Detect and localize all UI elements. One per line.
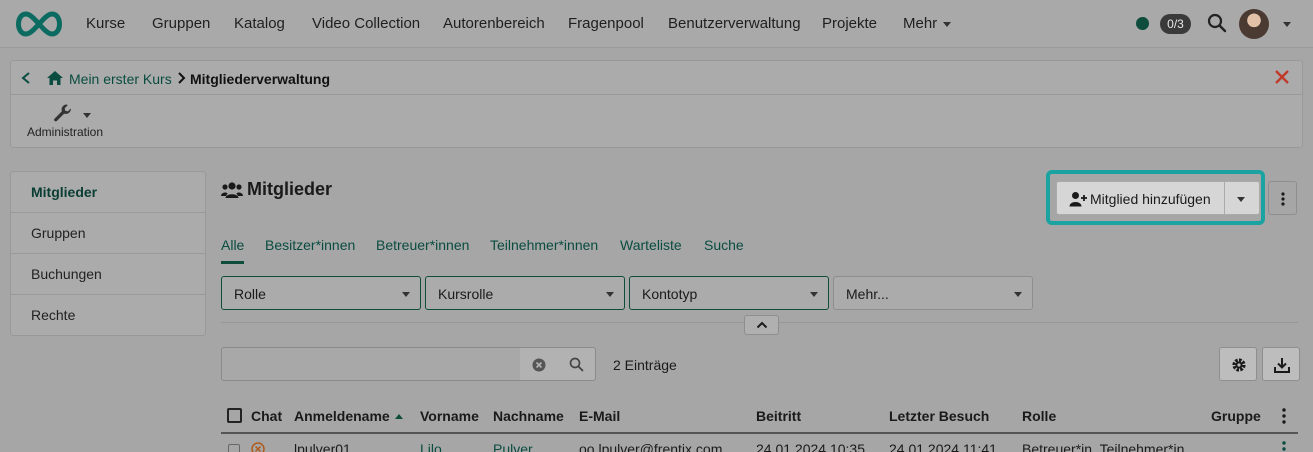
add-member-label: Mitglied hinzufügen (1090, 191, 1211, 207)
tab-warteliste[interactable]: Warteliste (620, 237, 682, 253)
user-avatar[interactable] (1239, 9, 1269, 39)
member-management-menu: Mitglieder Gruppen Buchungen Rechte (10, 171, 206, 336)
chevron-down-icon (606, 292, 614, 297)
nav-item-mehr-label: Mehr (903, 15, 938, 32)
online-status-icon[interactable] (1136, 17, 1149, 30)
chevron-down-icon (1237, 197, 1245, 202)
nav-item-autorenbereich[interactable]: Autorenbereich (443, 15, 545, 32)
table-header-divider (221, 432, 1298, 434)
chevron-left-icon[interactable] (20, 71, 32, 85)
breadcrumb-current: Mitgliederverwaltung (190, 71, 331, 87)
sidebar-item-mitglieder[interactable]: Mitglieder (11, 172, 205, 213)
search-button[interactable] (557, 347, 596, 381)
tab-besitzer[interactable]: Besitzer*innen (265, 237, 355, 253)
chevron-down-icon (943, 21, 952, 27)
cell-lastname[interactable]: Pulver (493, 441, 533, 452)
chevron-down-icon[interactable] (1283, 22, 1291, 27)
filter-mehr-label: Mehr... (846, 286, 889, 302)
tab-alle[interactable]: Alle (221, 237, 244, 253)
select-all-checkbox[interactable] (227, 408, 242, 423)
clear-search-button[interactable] (520, 347, 558, 381)
sort-ascending-icon (394, 414, 403, 419)
cell-role: Betreuer*in, Teilnehmer*in (1022, 441, 1185, 452)
top-navigation: Kurse Gruppen Katalog Video Collection A… (0, 0, 1313, 48)
kebab-menu-icon (1281, 192, 1285, 206)
row-actions-icon[interactable] (1282, 441, 1286, 452)
search-icon (569, 357, 584, 372)
chat-offline-icon[interactable] (251, 442, 265, 452)
column-header-email[interactable]: E-Mail (579, 408, 620, 424)
nav-item-katalog[interactable]: Katalog (234, 15, 285, 32)
breadcrumb-course-link[interactable]: Mein erster Kurs (69, 71, 172, 87)
cell-username: lpulver01 (294, 441, 351, 452)
column-header-anmeldename-label: Anmeldename (294, 408, 390, 424)
filter-kursrolle[interactable]: Kursrolle (425, 276, 625, 310)
tab-teilnehmer[interactable]: Teilnehmer*innen (490, 237, 598, 253)
course-toolbar: Mein erster Kurs Mitgliederverwaltung Ad… (10, 60, 1303, 148)
nav-item-video-collection[interactable]: Video Collection (312, 15, 420, 32)
filter-kontotyp[interactable]: Kontotyp (629, 276, 829, 310)
administration-label: Administration (27, 125, 104, 139)
column-header-nachname[interactable]: Nachname (493, 408, 564, 424)
add-user-icon (1069, 192, 1087, 207)
column-header-anmeldename[interactable]: Anmeldename (294, 408, 403, 424)
clear-icon (532, 358, 546, 372)
page-title: Mitglieder (221, 179, 332, 200)
nav-item-benutzerverwaltung[interactable]: Benutzerverwaltung (668, 15, 801, 32)
column-header-rolle[interactable]: Rolle (1022, 408, 1056, 424)
column-header-chat: Chat (251, 408, 283, 424)
chevron-right-icon (178, 72, 186, 84)
column-header-vorname[interactable]: Vorname (420, 408, 479, 424)
download-button[interactable] (1262, 347, 1300, 381)
collapse-filters-button[interactable] (744, 315, 779, 335)
search-icon[interactable] (1207, 13, 1227, 33)
page-title-text: Mitglieder (247, 179, 333, 199)
table-search-input[interactable] (221, 347, 521, 381)
filter-rolle-label: Rolle (234, 286, 266, 302)
kebab-menu-icon[interactable] (1282, 408, 1286, 424)
administration-menu[interactable]: Administration (21, 101, 111, 145)
cell-last-visit: 24.01.2024 11:41 (889, 441, 997, 452)
column-header-gruppe[interactable]: Gruppe (1211, 408, 1261, 424)
add-member-dropdown-button[interactable] (1224, 181, 1260, 215)
sidebar-item-buchungen[interactable]: Buchungen (11, 254, 205, 295)
close-icon[interactable] (1274, 69, 1290, 85)
nav-item-fragenpool[interactable]: Fragenpool (568, 15, 644, 32)
sidebar-item-gruppen[interactable]: Gruppen (11, 213, 205, 254)
wrench-icon (54, 104, 71, 122)
home-icon[interactable] (46, 70, 64, 86)
add-member-button[interactable]: Mitglied hinzufügen (1056, 181, 1225, 215)
gear-icon (1232, 358, 1246, 372)
cell-joined: 24.01.2024 10:35 (756, 441, 865, 452)
entries-count: 2 Einträge (613, 357, 677, 373)
filter-kursrolle-label: Kursrolle (438, 286, 494, 302)
download-icon (1274, 358, 1290, 373)
nav-item-kurse[interactable]: Kurse (86, 15, 125, 32)
more-actions-button[interactable] (1268, 181, 1297, 215)
table-settings-button[interactable] (1219, 347, 1257, 381)
cell-firstname[interactable]: Lilo (420, 441, 442, 452)
row-checkbox[interactable] (228, 444, 240, 452)
chevron-down-icon (1014, 292, 1022, 297)
breadcrumb: Mein erster Kurs Mitgliederverwaltung (11, 61, 1302, 95)
filter-mehr[interactable]: Mehr... (833, 276, 1033, 310)
filter-rolle[interactable]: Rolle (221, 276, 421, 310)
chevron-down-icon (83, 113, 91, 118)
cell-email: oo.lpulver@frentix.com (579, 441, 723, 452)
chevron-down-icon (810, 292, 818, 297)
column-header-letzter-besuch[interactable]: Letzter Besuch (889, 408, 989, 424)
active-tab-indicator (221, 261, 244, 264)
nav-item-mehr[interactable]: Mehr (903, 15, 952, 32)
filter-kontotyp-label: Kontotyp (642, 286, 698, 302)
sidebar-item-rechte[interactable]: Rechte (11, 295, 205, 336)
column-header-beitritt[interactable]: Beitritt (756, 408, 801, 424)
tab-betreuer[interactable]: Betreuer*innen (376, 237, 469, 253)
chevron-down-icon (402, 292, 410, 297)
nav-item-projekte[interactable]: Projekte (822, 15, 877, 32)
tab-suche[interactable]: Suche (704, 237, 744, 253)
nav-item-gruppen[interactable]: Gruppen (152, 15, 210, 32)
openolat-logo-icon[interactable] (12, 10, 66, 38)
notification-badge[interactable]: 0/3 (1160, 14, 1191, 34)
chevron-up-icon (756, 321, 768, 329)
